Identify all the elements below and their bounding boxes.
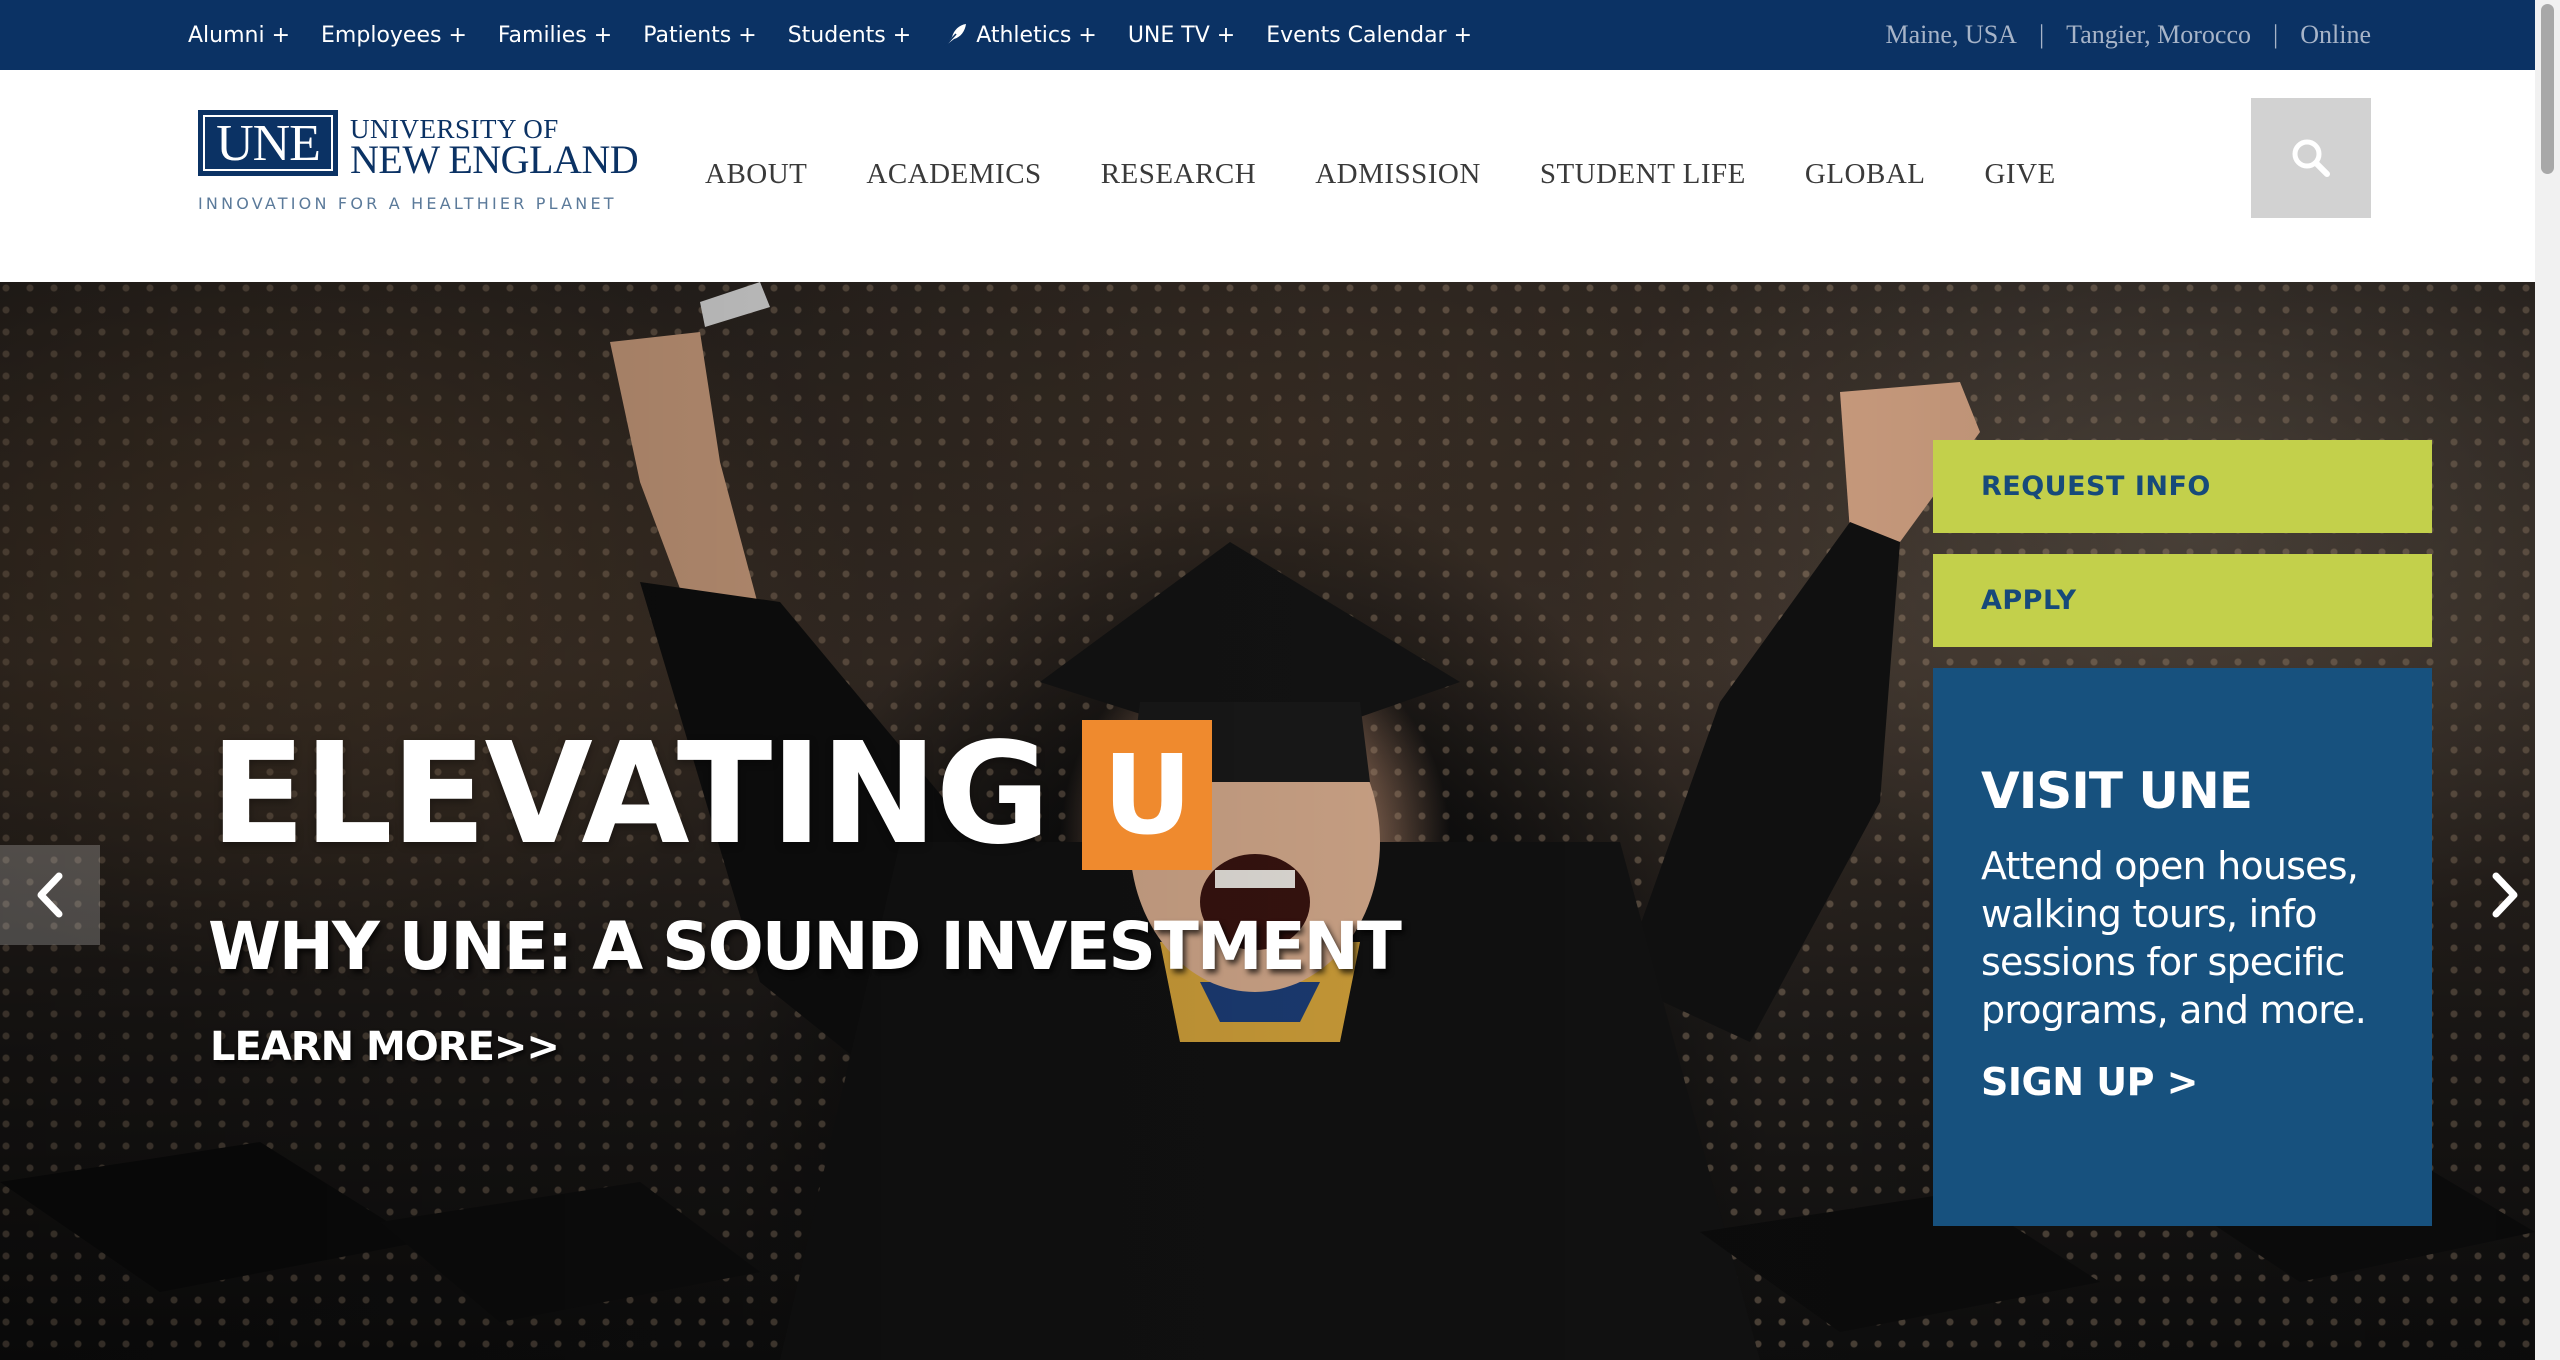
- nav-item-student-life[interactable]: STUDENT LIFE: [1540, 158, 1746, 191]
- utility-link-patients[interactable]: Patients +: [643, 23, 757, 48]
- utility-link-label: Patients +: [643, 22, 757, 48]
- logo-tagline: INNOVATION FOR A HEALTHIER PLANET: [198, 194, 617, 213]
- utility-link-label: Families +: [497, 22, 613, 48]
- campus-link-tangier[interactable]: Tangier, Morocco: [2066, 20, 2251, 50]
- logo-abbr: UNE: [216, 114, 321, 172]
- apply-button[interactable]: APPLY: [1933, 554, 2432, 647]
- site-header: UNE UNIVERSITY OF NEW ENGLAND INNOVATION…: [0, 70, 2535, 282]
- hero-headline-text: ELEVATING: [210, 713, 1050, 876]
- utility-link-alumni[interactable]: Alumni +: [188, 23, 290, 48]
- campus-separator: |: [2038, 20, 2045, 49]
- hero-highlight-badge: U: [1082, 720, 1213, 870]
- utility-link-une-tv[interactable]: UNE TV +: [1128, 23, 1235, 48]
- logo-line-2: NEW ENGLAND: [350, 137, 639, 182]
- visit-card-title: VISIT UNE: [1981, 762, 2253, 820]
- utility-link-label: Alumni +: [188, 22, 291, 48]
- utility-link-events-calendar[interactable]: Events Calendar +: [1266, 23, 1472, 48]
- utility-link-students[interactable]: Students +: [788, 23, 912, 48]
- nav-item-give[interactable]: GIVE: [1984, 158, 2055, 191]
- nav-item-admission[interactable]: ADMISSION: [1315, 158, 1481, 191]
- une-logo[interactable]: UNE UNIVERSITY OF NEW ENGLAND INNOVATION…: [198, 110, 639, 220]
- chevron-left-icon: [37, 872, 63, 918]
- page-scrollbar[interactable]: [2535, 0, 2560, 1360]
- nav-item-about[interactable]: ABOUT: [705, 158, 807, 191]
- main-nav: ABOUT ACADEMICS RESEARCH ADMISSION STUDE…: [705, 158, 2115, 191]
- campus-separator: |: [2273, 20, 2279, 49]
- feather-icon: [944, 24, 967, 47]
- nav-item-research[interactable]: RESEARCH: [1101, 158, 1256, 191]
- utility-link-label: Students +: [787, 22, 912, 48]
- campus-link-online[interactable]: Online: [2300, 20, 2371, 50]
- chevron-right-icon: [2492, 872, 2518, 918]
- search-icon: [2292, 139, 2330, 177]
- campus-link-maine[interactable]: Maine, USA: [1886, 20, 2017, 50]
- scrollbar-thumb[interactable]: [2541, 4, 2554, 174]
- utility-link-athletics[interactable]: Athletics +: [942, 22, 1097, 48]
- carousel-prev-button[interactable]: [0, 845, 100, 945]
- campus-nav: Maine, USA | Tangier, Morocco | Online: [1886, 0, 2371, 70]
- utility-bar: Alumni + Employees + Families + Patients…: [0, 0, 2535, 70]
- utility-link-label: Employees +: [321, 22, 467, 48]
- learn-more-link[interactable]: LEARN MORE>>: [210, 1024, 560, 1070]
- utility-link-families[interactable]: Families +: [498, 23, 612, 48]
- utility-nav: Alumni + Employees + Families + Patients…: [188, 0, 1503, 70]
- hero-subtitle: WHY UNE: A SOUND INVESTMENT: [208, 908, 1402, 985]
- utility-link-label: Athletics +: [976, 22, 1097, 48]
- visit-une-card: VISIT UNE Attend open houses, walking to…: [1933, 668, 2432, 1226]
- utility-link-label: UNE TV +: [1127, 22, 1236, 48]
- utility-link-employees[interactable]: Employees +: [321, 23, 467, 48]
- nav-item-academics[interactable]: ACADEMICS: [866, 158, 1041, 191]
- hero-headline: ELEVATING U: [210, 713, 1213, 876]
- nav-item-global[interactable]: GLOBAL: [1805, 158, 1926, 191]
- request-info-button[interactable]: REQUEST INFO: [1933, 440, 2432, 533]
- sign-up-link[interactable]: SIGN UP >: [1981, 1060, 2384, 1104]
- logo-mark: UNE: [198, 110, 338, 176]
- carousel-next-button[interactable]: [2475, 845, 2535, 945]
- utility-link-label: Events Calendar +: [1266, 22, 1473, 48]
- search-button[interactable]: [2251, 98, 2371, 218]
- visit-card-body: Attend open houses, walking tours, info …: [1981, 844, 2367, 1032]
